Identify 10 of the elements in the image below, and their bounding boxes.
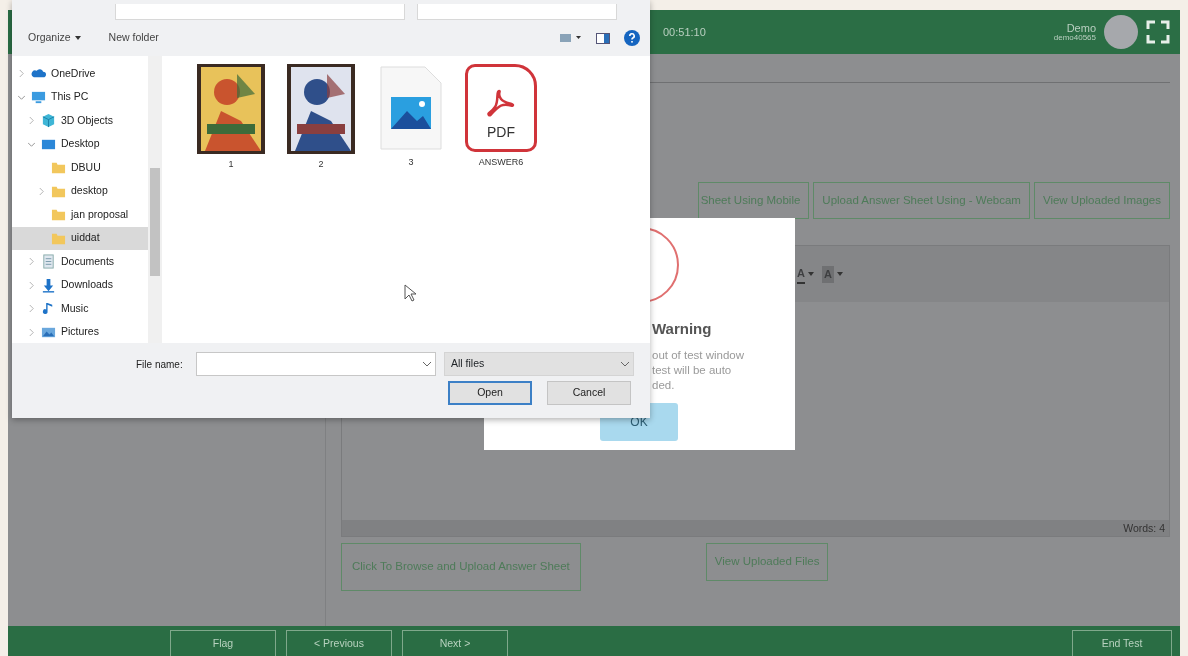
user-name: Demo [1065, 21, 1096, 34]
pdf-label: PDF [487, 123, 515, 142]
warning-message-line: ded. [652, 378, 676, 393]
warning-message-line: out of test window [652, 348, 745, 363]
word-count: Words: 4 [1123, 522, 1165, 535]
timer: 00:51:10 [663, 24, 706, 40]
user-id: demo40565 [1053, 33, 1096, 43]
warning-message-line: test will be auto [652, 363, 733, 378]
file-name-label: File name: [136, 358, 183, 372]
warning-title: Warning [652, 319, 712, 339]
